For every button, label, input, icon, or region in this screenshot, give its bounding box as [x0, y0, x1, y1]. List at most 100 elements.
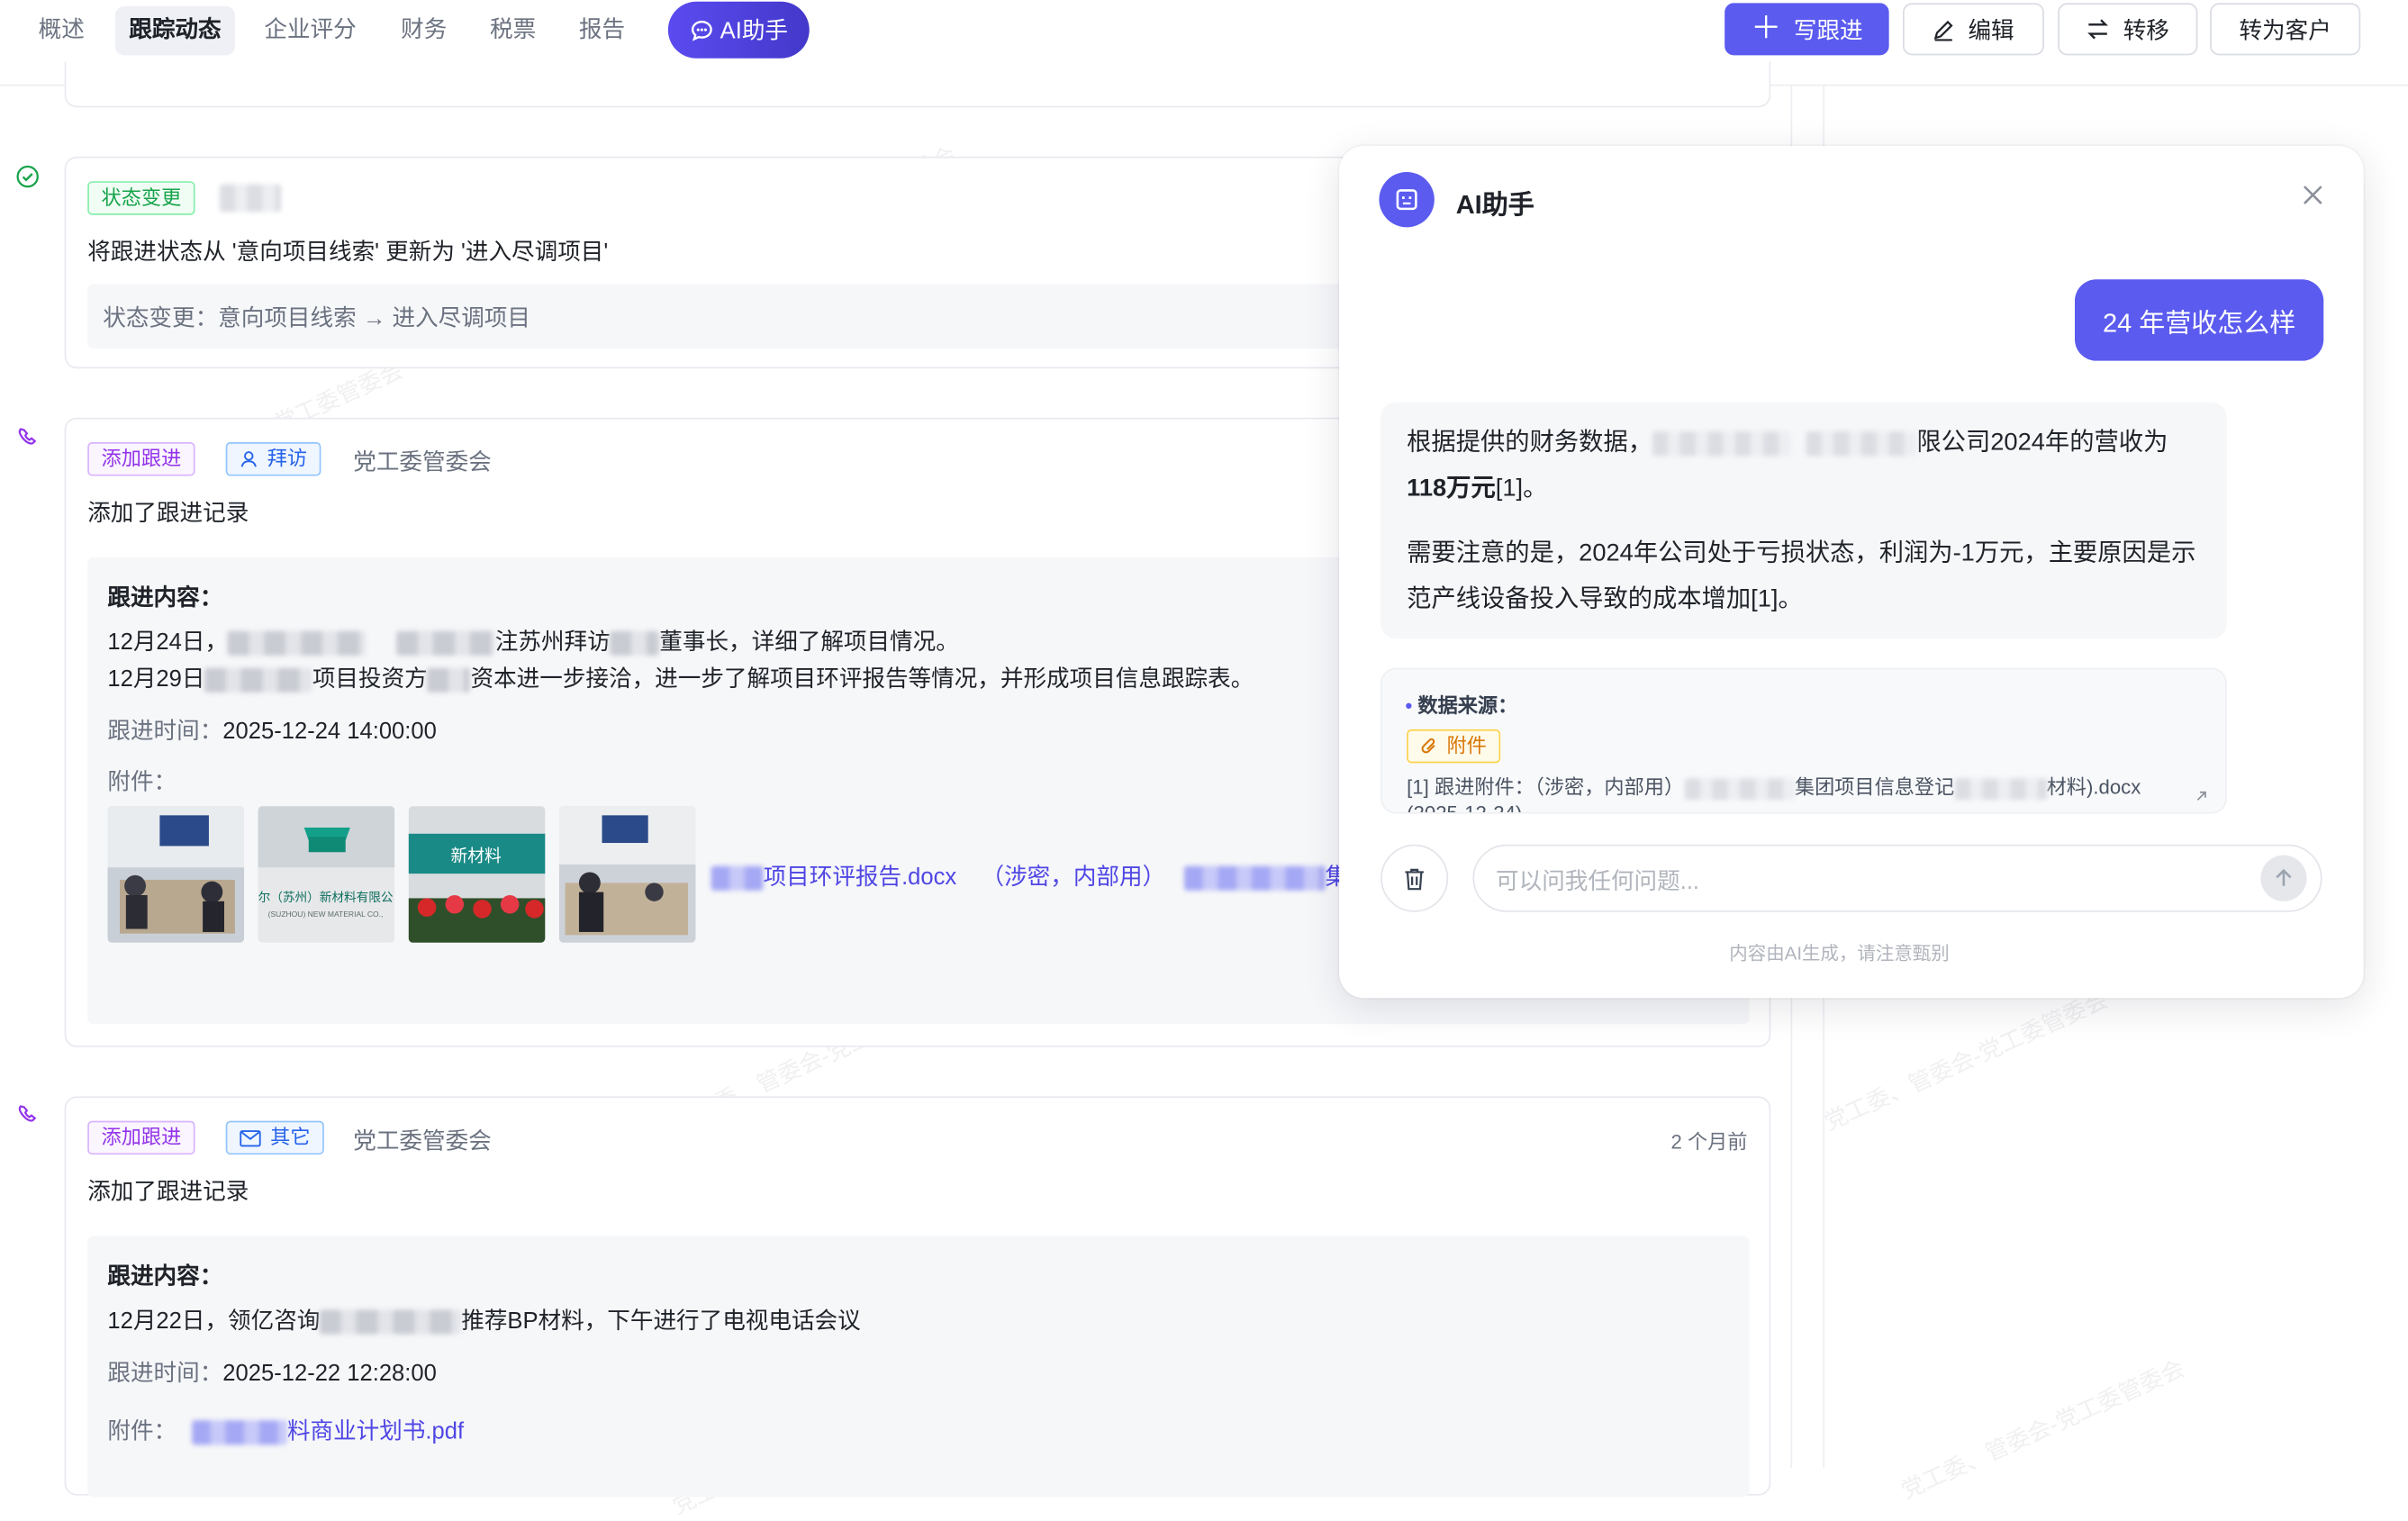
transfer-button[interactable]: 转移	[2058, 3, 2198, 56]
convert-customer-button[interactable]: 转为客户	[2210, 3, 2361, 56]
clear-chat-button[interactable]	[1381, 844, 1449, 912]
meeting-photo-image	[558, 806, 696, 943]
transfer-label: 转移	[2123, 17, 2169, 44]
logo-text: 尔（苏州）新材料有限公	[258, 891, 394, 904]
user-message: 24 年营收怎么样	[2074, 279, 2324, 361]
follow-time-label: 跟进时间：	[107, 718, 223, 745]
line-text: 推荐BP材料，下午进行了电视电话会议	[461, 1308, 861, 1335]
follow-time: 跟进时间：2025-12-22 12:28:00	[107, 1356, 436, 1389]
follow-owner: 党工委管委会	[353, 1128, 492, 1155]
ai-disclaimer: 内容由AI生成，请注意甄别	[1729, 942, 1950, 964]
follow-time: 跟进时间：2025-12-24 14:00:00	[107, 714, 436, 747]
attachment-file-link[interactable]: 项目环评报告.docx	[764, 865, 957, 891]
reply-highlight: 118万元	[1407, 475, 1496, 502]
send-button[interactable]	[2260, 855, 2307, 901]
tab-report[interactable]: 报告	[566, 6, 639, 56]
robot-icon	[1396, 189, 1417, 211]
phone-icon	[18, 428, 37, 445]
write-follow-label: 写跟进	[1793, 17, 1863, 44]
time-ago: 2 个月前	[1670, 1129, 1748, 1154]
line-text: 注苏州拜访	[494, 629, 611, 656]
convert-customer-label: 转为客户	[2239, 17, 2331, 44]
edit-label: 编辑	[1968, 17, 2014, 44]
sources-label: • 数据来源：	[1405, 690, 1517, 719]
wall-sign-photo: 新材料	[408, 806, 546, 943]
ai-tab-label: AI助手	[720, 18, 789, 45]
swap-icon	[2087, 19, 2109, 40]
attachment-photo-meeting[interactable]	[107, 806, 245, 943]
attachments-row: 附件： 料商业计划书.pdf	[107, 1414, 464, 1446]
reply-text: [1]。	[1495, 475, 1548, 502]
attachment-source-tag: 附件	[1407, 729, 1501, 764]
phone-icon	[18, 1105, 37, 1122]
line-text: 12月22日，领亿咨询	[107, 1308, 321, 1335]
ai-panel-title: AI助手	[1455, 190, 1534, 220]
external-link-icon[interactable]	[2195, 789, 2208, 802]
ai-reply-paragraph: 根据提供的财务数据， 限公司2024年的营收为 118万元[1]。	[1407, 421, 2205, 512]
source-text: 材料).docx	[2046, 775, 2141, 799]
meeting-photo-image	[107, 806, 245, 943]
line-text: 项目投资方	[312, 665, 428, 693]
visit-type-label: 拜访	[267, 447, 308, 470]
write-follow-button[interactable]: ＋ 写跟进	[1725, 3, 1889, 56]
wall-sign-text: 新材料	[451, 847, 502, 865]
input-placeholder: 可以问我任何问题...	[1496, 869, 1700, 896]
paperclip-icon	[1421, 738, 1435, 754]
follow-title: 添加了跟进记录	[87, 1179, 249, 1206]
other-type-label: 其它	[270, 1125, 311, 1149]
reply-text: 限公司2024年的营收为	[1916, 430, 2168, 457]
redacted-text	[1183, 865, 1326, 891]
edit-button[interactable]: 编辑	[1902, 3, 2044, 56]
pencil-icon	[1934, 20, 1954, 41]
redacted-text	[1652, 430, 1791, 456]
bullet-dot: •	[1405, 693, 1413, 718]
tab-rating[interactable]: 企业评分	[250, 6, 370, 56]
add-follow-tag: 添加跟进	[87, 442, 195, 476]
tab-ai-assistant[interactable]: AI助手	[667, 1, 810, 59]
previous-card	[64, 61, 1771, 108]
attachments-label: 附件：	[107, 1418, 177, 1445]
ai-reply-body: 根据提供的财务数据， 限公司2024年的营收为 118万元[1]。 需要注意的是，2…	[1407, 421, 2205, 623]
redacted-text	[396, 630, 495, 656]
attachment-photo-meeting-2[interactable]	[558, 806, 696, 943]
tab-tracking[interactable]: 跟踪动态	[114, 5, 235, 56]
tab-finance[interactable]: 财务	[387, 6, 461, 56]
logo-subtext: (SUZHOU) NEW MATERIAL CO.,	[268, 910, 384, 919]
attachment-files: 项目环评报告.docx（涉密，内部用）集团	[711, 860, 1371, 892]
attachment-file-link-2[interactable]: （涉密，内部用）	[982, 865, 1166, 891]
plus-icon: ＋	[1751, 12, 1782, 47]
redacted-text	[427, 667, 471, 693]
follow-time-value: 2025-12-22 12:28:00	[222, 1360, 437, 1387]
follow-content-line: 12月24日， 注苏州拜访 董事长，详细了解项目情况。	[107, 625, 959, 657]
attachment-file-link[interactable]: 料商业计划书.pdf	[287, 1418, 464, 1444]
line-text: 12月24日，	[107, 629, 229, 656]
attachment-photo-wall[interactable]: 新材料	[408, 806, 546, 943]
follow-time-value: 2025-12-24 14:00:00	[222, 718, 437, 745]
attachment-photo-logo[interactable]: 尔（苏州）新材料有限公 (SUZHOU) NEW MATERIAL CO.,	[258, 806, 395, 943]
follow-owner: 党工委管委会	[353, 449, 492, 476]
ai-reply: 根据提供的财务数据， 限公司2024年的营收为 118万元[1]。 需要注意的是，2…	[1381, 402, 2227, 639]
source-date: (2025-12-24)	[1407, 801, 1523, 814]
add-follow-tag: 添加跟进	[87, 1120, 195, 1155]
ai-question-input[interactable]: 可以问我任何问题...	[1472, 844, 2322, 912]
status-change-tag: 状态变更	[87, 181, 195, 215]
attachments-label: 附件：	[107, 769, 177, 796]
follow-content-label: 跟进内容：	[107, 584, 223, 611]
check-circle-icon	[16, 165, 39, 188]
close-icon[interactable]	[2302, 185, 2323, 206]
source-entry[interactable]: [1] 跟进附件：（涉密，内部用） 集团项目信息登记 材料).docx	[1407, 771, 2141, 800]
redacted-text	[1954, 777, 2047, 800]
status-change-detail: 状态变更：意向项目线索 → 进入尽调项目	[103, 305, 530, 332]
source-text: 集团项目信息登记	[1794, 775, 1955, 799]
line-text: 资本进一步接洽，进一步了解项目环评报告等情况，并形成项目信息跟踪表。	[470, 665, 1254, 693]
tab-tax[interactable]: 税票	[476, 6, 550, 56]
ai-assistant-panel: AI助手 24 年营收怎么样 根据提供的财务数据， 限公司2024年的营收为 118…	[1339, 145, 2364, 999]
redacted-text	[204, 667, 312, 693]
attachment-source-label: 附件	[1446, 733, 1487, 757]
line-text: 12月29日	[107, 665, 205, 693]
follow-title: 添加了跟进记录	[87, 500, 249, 527]
line-text: 董事长，详细了解项目情况。	[659, 629, 959, 656]
tab-overview[interactable]: 概述	[24, 6, 98, 56]
follow-time-label: 跟进时间：	[107, 1360, 223, 1387]
redacted-text	[320, 1309, 462, 1335]
